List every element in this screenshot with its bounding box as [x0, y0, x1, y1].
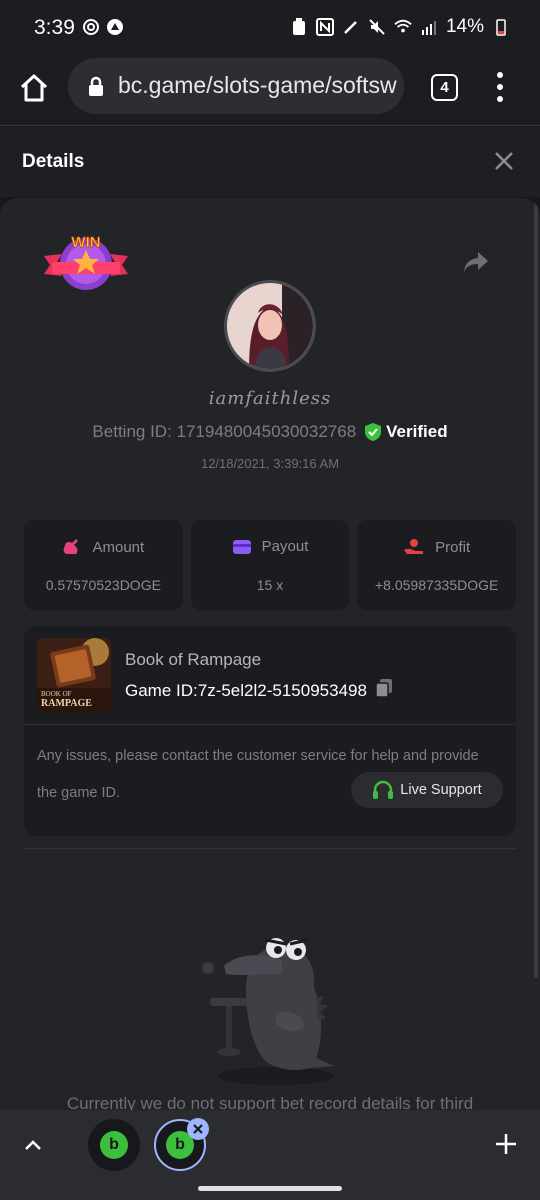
wifi-icon — [394, 18, 412, 36]
stat-label: Payout — [261, 538, 309, 555]
app-notification-icon — [106, 18, 124, 36]
close-icon — [495, 152, 513, 170]
stat-value: 0.57570523DOGE — [45, 577, 161, 593]
stat-payout: Payout 15 x — [190, 520, 350, 610]
status-notification-icons — [82, 18, 124, 36]
divider — [24, 724, 516, 725]
verified-shield-icon — [365, 423, 382, 441]
signal-icon — [420, 18, 438, 36]
game-card: BOOK OF RAMPAGE Book of Rampage Game ID:… — [24, 626, 516, 836]
avatar — [224, 280, 316, 372]
stat-header: Payout — [191, 538, 350, 555]
money-bag-icon — [64, 539, 79, 554]
betting-id-row: Betting ID: 1719480045030032768 Verified — [0, 422, 540, 442]
address-bar[interactable]: bc.game/slots-game/softsw — [68, 58, 404, 114]
scrollbar[interactable] — [534, 198, 538, 978]
verified-label: Verified — [386, 422, 448, 441]
status-time: 3:39 — [34, 16, 75, 39]
mute-icon — [368, 18, 386, 36]
close-button[interactable] — [494, 151, 514, 171]
separator — [24, 848, 516, 849]
stat-label: Profit — [435, 538, 471, 556]
stat-label: Amount — [92, 538, 145, 556]
tab-thumbnail[interactable]: b — [88, 1119, 140, 1171]
stat-header: Profit — [357, 538, 516, 556]
plus-icon — [496, 1134, 516, 1154]
stat-header: Amount — [24, 538, 183, 556]
battery-icon — [492, 18, 510, 36]
browser-toolbar: bc.game/slots-game/softsw 4 — [0, 56, 540, 126]
status-bar: 3:39 14% — [0, 0, 540, 56]
home-button[interactable] — [18, 72, 50, 104]
bc-game-favicon-icon: b — [100, 1131, 128, 1159]
lock-icon — [88, 76, 104, 96]
stat-value: +8.05987335DOGE — [374, 577, 499, 593]
dialog-header: Details — [0, 127, 540, 197]
username: iamfaithless — [208, 388, 332, 409]
game-name[interactable]: Book of Rampage — [125, 650, 261, 670]
gesture-home-indicator[interactable] — [198, 1186, 342, 1191]
url-text: bc.game/slots-game/softsw — [118, 72, 397, 98]
thumb-text-top: BOOK OF — [41, 690, 72, 698]
game-thumbnail[interactable]: BOOK OF RAMPAGE — [37, 638, 111, 712]
live-support-label: Live Support — [400, 782, 482, 798]
live-support-button[interactable]: Live Support — [351, 772, 503, 808]
details-panel: WIN iamfaithless Betting ID: 17194800450… — [0, 198, 540, 1110]
home-icon — [20, 74, 48, 102]
thumb-text-bottom: RAMPAGE — [41, 698, 92, 709]
chevron-up-icon — [25, 1140, 41, 1150]
share-button[interactable] — [462, 250, 490, 274]
verified-badge: Verified — [364, 422, 448, 442]
crocodile-mascot-illustration — [196, 928, 346, 1088]
game-id: Game ID:7z-5el2l2-5150953498 — [125, 680, 367, 700]
share-icon — [464, 252, 488, 272]
pen-icon — [342, 18, 360, 36]
menu-dot — [497, 72, 503, 78]
overflow-menu-button[interactable] — [492, 72, 508, 102]
stat-value: 15 x — [256, 577, 284, 593]
new-tab-button[interactable] — [494, 1132, 518, 1156]
hand-coin-icon — [404, 539, 424, 554]
headset-icon — [373, 780, 394, 799]
wallet-icon — [232, 539, 251, 554]
close-tab-button[interactable] — [187, 1118, 209, 1140]
battery-percent: 14% — [445, 16, 484, 37]
stat-profit: Profit +8.05987335DOGE — [357, 520, 517, 610]
tab-switcher-button[interactable]: 4 — [431, 74, 458, 101]
at-sign-icon — [82, 18, 100, 36]
win-badge: WIN — [42, 228, 130, 296]
betting-id: Betting ID: 1719480045030032768 — [92, 422, 357, 441]
battery-saver-icon — [290, 18, 308, 36]
status-right: 14% — [290, 16, 510, 38]
stats-row: Amount 0.57570523DOGE Payout 15 x Profit… — [24, 520, 517, 610]
unsupported-notice: Currently we do not support bet record d… — [66, 1094, 474, 1110]
expand-tabs-button[interactable] — [22, 1134, 44, 1156]
win-badge-text: WIN — [71, 234, 100, 251]
copy-button[interactable] — [375, 678, 393, 703]
menu-dot — [497, 84, 503, 90]
stat-amount: Amount 0.57570523DOGE — [24, 520, 183, 610]
game-id-row: Game ID:7z-5el2l2-5150953498 — [125, 678, 393, 703]
nfc-icon — [315, 18, 334, 36]
dialog-title: Details — [22, 151, 85, 172]
close-icon — [193, 1124, 203, 1134]
copy-icon — [375, 679, 392, 698]
bet-timestamp: 12/18/2021, 3:39:16 AM — [200, 456, 340, 471]
menu-dot — [497, 96, 503, 102]
